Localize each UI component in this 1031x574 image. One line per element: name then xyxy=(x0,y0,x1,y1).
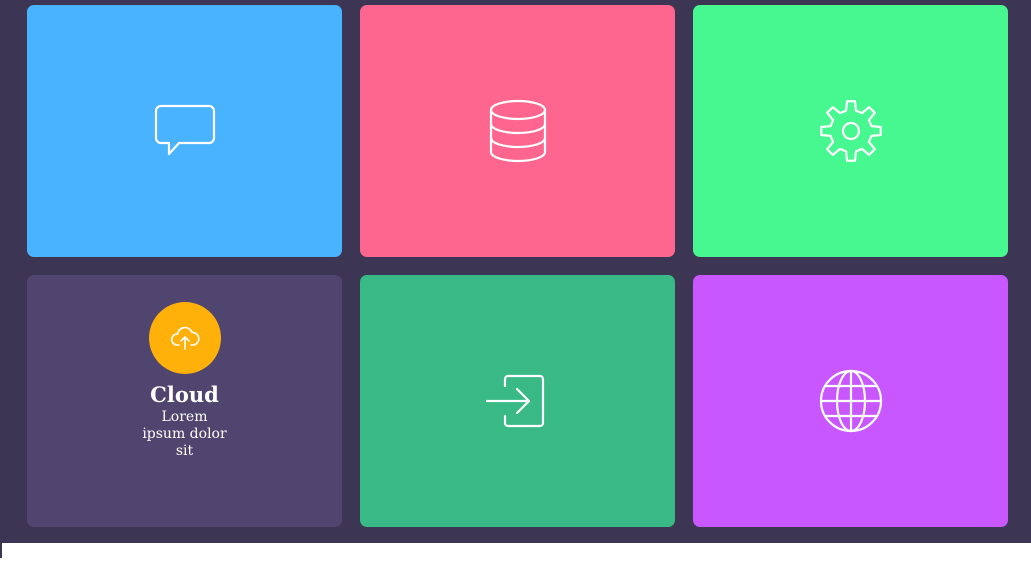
cloud-upload-icon xyxy=(170,326,200,350)
tile-globe[interactable] xyxy=(693,275,1008,527)
tile-chat[interactable] xyxy=(27,5,342,257)
chat-bubble-icon xyxy=(154,104,215,156)
tile-grid: Cloud Lorem ipsum dolor sit xyxy=(0,0,1031,543)
cloud-icon-circle xyxy=(148,302,221,374)
tile-settings[interactable] xyxy=(693,5,1008,257)
login-icon xyxy=(485,374,544,428)
edge-line xyxy=(0,543,2,558)
tile-cloud[interactable]: Cloud Lorem ipsum dolor sit xyxy=(27,275,342,527)
gear-outline xyxy=(819,100,882,162)
globe-icon xyxy=(819,369,882,433)
tile-database[interactable] xyxy=(360,5,675,257)
tile-login[interactable] xyxy=(360,275,675,527)
database-icon xyxy=(489,99,546,163)
gear-icon xyxy=(819,100,882,162)
cloud-title: Cloud xyxy=(150,382,219,407)
cloud-card-content: Cloud Lorem ipsum dolor sit xyxy=(27,302,342,460)
cloud-description: Lorem ipsum dolor sit xyxy=(142,409,227,459)
